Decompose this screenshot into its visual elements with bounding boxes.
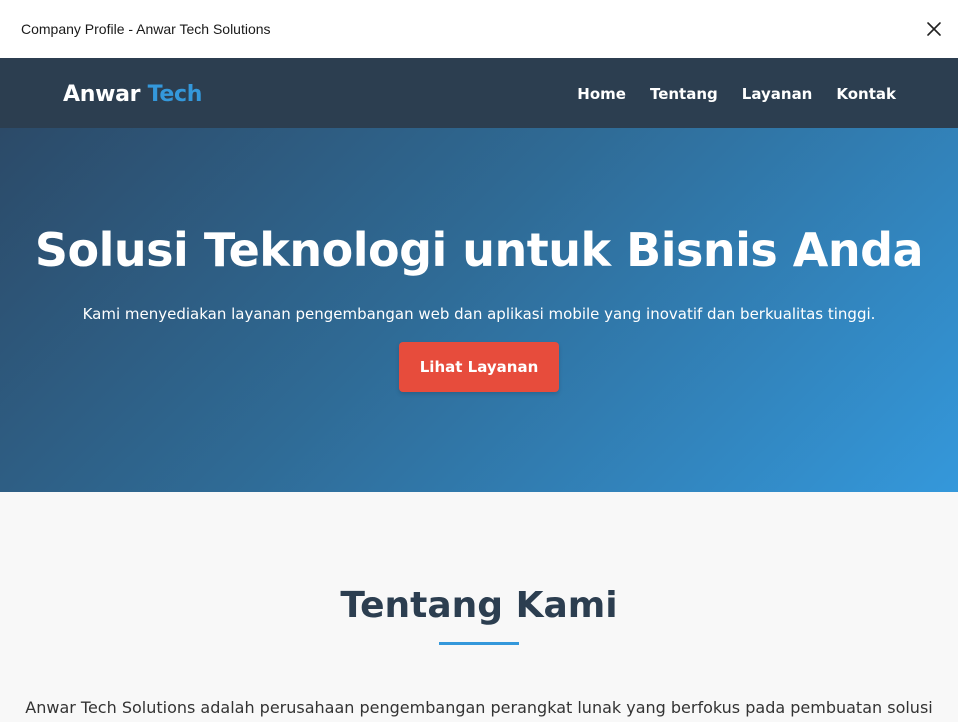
nav-link-kontak[interactable]: Kontak — [836, 84, 896, 104]
site-navbar: Anwar Tech Home Tentang Layanan Kontak — [0, 58, 958, 128]
nav-links: Home Tentang Layanan Kontak — [577, 84, 896, 104]
view-services-button[interactable]: Lihat Layanan — [399, 342, 559, 392]
about-text: Anwar Tech Solutions adalah perusahaan p… — [25, 698, 933, 717]
about-title-underline — [439, 642, 519, 645]
nav-link-home[interactable]: Home — [577, 84, 626, 104]
hero-subtitle: Kami menyediakan layanan pengembangan we… — [82, 305, 876, 323]
logo-main-text: Anwar — [63, 82, 141, 107]
about-title: Tentang Kami — [340, 585, 618, 626]
hero-section: Solusi Teknologi untuk Bisnis Anda Kami … — [0, 128, 958, 492]
nav-link-layanan[interactable]: Layanan — [742, 84, 813, 104]
window-title-bar: Company Profile - Anwar Tech Solutions — [0, 0, 958, 58]
about-section: Tentang Kami Anwar Tech Solutions adalah… — [0, 492, 958, 722]
close-icon — [927, 22, 941, 36]
hero-title: Solusi Teknologi untuk Bisnis Anda — [34, 223, 924, 277]
window-title: Company Profile - Anwar Tech Solutions — [21, 21, 271, 37]
close-button[interactable] — [920, 15, 948, 43]
nav-link-tentang[interactable]: Tentang — [650, 84, 718, 104]
logo-accent-text: Tech — [147, 82, 203, 107]
site-logo[interactable]: Anwar Tech — [63, 82, 202, 108]
